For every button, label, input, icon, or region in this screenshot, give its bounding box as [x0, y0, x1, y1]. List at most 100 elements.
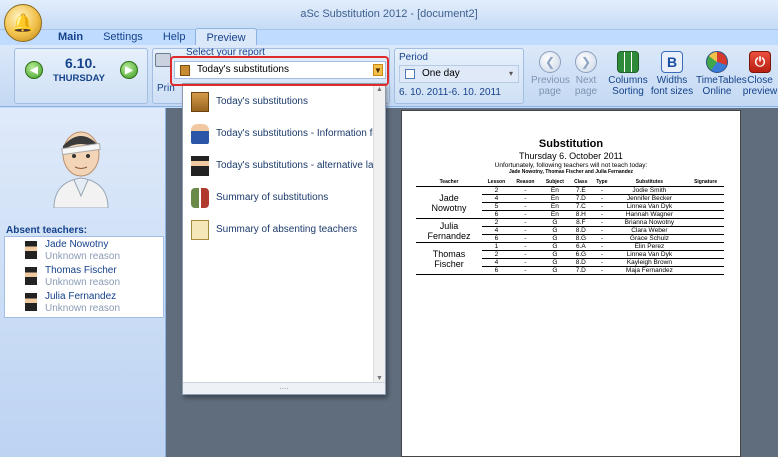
previous-day-button[interactable]: ◀ [25, 61, 43, 79]
close-preview-label: Close preview [742, 75, 778, 97]
table-header: Lesson [482, 179, 511, 187]
table-cell: 4 [482, 226, 511, 235]
tab-settings[interactable]: Settings [93, 28, 153, 46]
scroll-up-icon[interactable]: ▲ [376, 86, 383, 93]
report-option-label: Today's substitutions - Information for … [216, 128, 385, 139]
table-cell: - [592, 202, 612, 211]
table-header: Teacher [416, 179, 483, 187]
table-cell: Linnea Van Dyk [611, 202, 688, 211]
table-cell [687, 186, 724, 195]
bell-icon: 🔔 [11, 12, 35, 33]
close-preview-button[interactable]: ⏻ Close preview [742, 51, 778, 97]
table-cell: Brianna Nowotny [611, 218, 688, 227]
table-cell: 6 [482, 234, 511, 243]
table-cell: G [540, 234, 570, 243]
graduate-icon [25, 293, 37, 311]
teacher-avatar-icon [53, 131, 109, 208]
next-day-button[interactable]: ▶ [120, 61, 138, 79]
report-option[interactable]: Summary of substitutions [183, 182, 385, 214]
report-dropdown-list: Today's substitutions Today's substituti… [182, 83, 386, 395]
table-cell: 8.D [569, 226, 593, 235]
table-cell: 8.D [569, 258, 593, 267]
printer-icon[interactable] [155, 53, 171, 67]
table-cell: 7.C [569, 202, 593, 211]
table-cell: - [510, 242, 541, 251]
table-cell: 1 [482, 242, 511, 251]
table-cell: - [510, 202, 541, 211]
arrow-left-icon: ❮ [539, 51, 561, 73]
next-page-label: Next page [574, 75, 598, 97]
document-note: Unfortunately, following teachers will n… [494, 162, 648, 169]
next-page-button[interactable]: ❯ Next page [571, 51, 601, 97]
report-option-label: Today's substitutions - alternative layo… [216, 160, 385, 171]
table-cell: 7.E [569, 186, 593, 195]
teacher-icon [191, 124, 209, 144]
widths-font-sizes-button[interactable]: B Widths font sizes [650, 51, 694, 97]
current-day: THURSDAY [53, 73, 105, 84]
list-item[interactable]: Julia Fernandez Unknown reason [5, 289, 163, 315]
people-icon [191, 188, 209, 208]
scroll-down-icon[interactable]: ▼ [376, 375, 383, 382]
table-cell [687, 250, 724, 259]
chevron-down-icon[interactable]: ▾ [506, 69, 516, 79]
table-cell: Clara Weber [611, 226, 688, 235]
timetables-online-button[interactable]: TimeTables Online [696, 51, 747, 97]
period-selected: One day [422, 68, 460, 79]
table-row: Julia Fernandez 2- G 8.F - Brianna Nowotny [416, 218, 724, 243]
table-cell: 6 [482, 210, 511, 219]
dropdown-scrollbar[interactable]: ▲ ▼ [373, 84, 385, 384]
absent-teachers-label: Absent teachers: [6, 225, 88, 236]
list-item[interactable]: Jade Nowotny Unknown reason [5, 237, 163, 263]
teacher-cell: Thomas Fischer [416, 242, 483, 275]
document-note-names: Jade Nowotny, Thomas Fischer and Julia F… [508, 169, 634, 175]
table-cell: - [592, 258, 612, 267]
table-cell [687, 210, 724, 219]
table-cell: 4 [482, 194, 511, 203]
graduate-icon [25, 267, 37, 285]
report-option-label: Today's substitutions [216, 96, 308, 107]
app-menu-button[interactable]: 🔔 [4, 4, 42, 42]
list-item[interactable]: Thomas Fischer Unknown reason [5, 263, 163, 289]
tab-preview[interactable]: Preview [195, 28, 257, 46]
window-title: aSc Substitution 2012 - [document2] [300, 8, 478, 20]
report-option[interactable]: Today's substitutions [183, 86, 385, 118]
current-date: 6.10. [65, 55, 97, 71]
report-option[interactable]: Today's substitutions - Information for … [183, 118, 385, 150]
table-cell: - [510, 226, 541, 235]
table-cell: 2 [482, 186, 511, 195]
table-cell: En [540, 202, 570, 211]
table-cell: En [540, 194, 570, 203]
absence-reason: Unknown reason [45, 251, 121, 262]
table-cell: 8.G [569, 234, 593, 243]
period-group: Period One day ▾ 6. 10. 2011-6. 10. 2011 [394, 48, 524, 104]
substitution-table: Teacher Lesson Reason Subject Class Type Subst… [416, 179, 724, 275]
table-cell: 6 [482, 266, 511, 275]
table-cell [687, 226, 724, 235]
columns-sorting-button[interactable]: Columns Sorting [608, 51, 648, 97]
report-option[interactable]: Today's substitutions - alternative layo… [183, 150, 385, 182]
timetables-online-label: TimeTables Online [696, 75, 747, 97]
report-select-highlight [170, 56, 389, 86]
calendar-icon [405, 69, 415, 79]
report-option[interactable]: Summary of absenting teachers [183, 214, 385, 246]
tab-help[interactable]: Help [153, 28, 196, 46]
table-cell [687, 194, 724, 203]
table-cell: - [510, 210, 541, 219]
table-cell: 6.A [569, 242, 593, 251]
previous-page-label: Previous page [531, 75, 570, 97]
previous-page-button[interactable]: ❮ Previous page [531, 51, 570, 97]
table-header: Reason [510, 179, 541, 187]
table-cell: - [510, 258, 541, 267]
period-select[interactable]: One day ▾ [399, 65, 519, 83]
resize-grip[interactable]: .... [183, 382, 385, 394]
tab-main[interactable]: Main [48, 28, 93, 46]
power-icon: ⏻ [749, 51, 771, 73]
table-cell: - [592, 186, 612, 195]
table-cell: 8.F [569, 218, 593, 227]
table-cell [687, 258, 724, 267]
table-header: Subject [540, 179, 570, 187]
table-cell: G [540, 250, 570, 259]
table-header: Signature [687, 179, 724, 187]
table-cell: G [540, 218, 570, 227]
table-cell: - [510, 218, 541, 227]
